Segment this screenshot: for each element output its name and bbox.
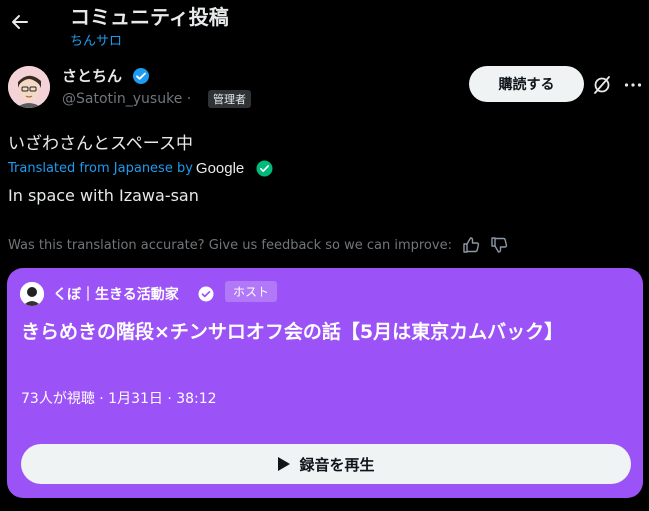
play-recording-label: 録音を再生	[299, 455, 375, 474]
author-display-name[interactable]: さとちん	[62, 65, 122, 86]
host-verified-icon	[198, 286, 214, 302]
play-icon	[278, 457, 291, 471]
post-text: いざわさんとスペース中	[8, 134, 193, 154]
translated-from-label: Translated from Japanese by	[8, 161, 193, 176]
subscribe-button[interactable]: 購読する	[469, 66, 584, 102]
translated-text: In space with Izawa-san	[8, 186, 199, 205]
translation-feedback: Was this translation accurate? Give us f…	[8, 236, 508, 254]
feedback-prompt: Was this translation accurate? Give us f…	[8, 237, 452, 253]
check-circle-icon	[256, 160, 273, 177]
avatar[interactable]	[8, 66, 50, 108]
back-arrow-icon[interactable]	[6, 8, 34, 36]
host-avatar[interactable]	[20, 282, 44, 306]
google-logo: Google	[195, 160, 245, 177]
community-link[interactable]: ちんサロ	[70, 30, 122, 49]
page-title: コミュニティ投稿	[70, 5, 229, 29]
thumbs-down-icon[interactable]	[490, 236, 508, 254]
host-name[interactable]: くぼ｜生きる活動家	[53, 284, 179, 304]
space-card[interactable]: くぼ｜生きる活動家 ホスト きらめきの階段×チンサロオフ会の話【5月は東京カムバ…	[7, 268, 643, 498]
space-meta: 73人が視聴 · 1月31日 · 38:12	[21, 391, 217, 407]
author-handle[interactable]: @Satotin_yusuke ·	[62, 91, 191, 107]
verified-badge-icon	[132, 67, 150, 85]
play-recording-button[interactable]: 録音を再生	[21, 444, 631, 484]
host-badge: ホスト	[225, 281, 278, 302]
admin-badge: 管理者	[208, 90, 251, 108]
translation-attribution: Translated from Japanese by Google	[8, 160, 273, 177]
space-title: きらめきの階段×チンサロオフ会の話【5月は東京カムバック】	[21, 321, 564, 343]
more-options-icon[interactable]	[622, 74, 644, 96]
grok-icon[interactable]	[591, 74, 613, 96]
thumbs-up-icon[interactable]	[462, 236, 480, 254]
